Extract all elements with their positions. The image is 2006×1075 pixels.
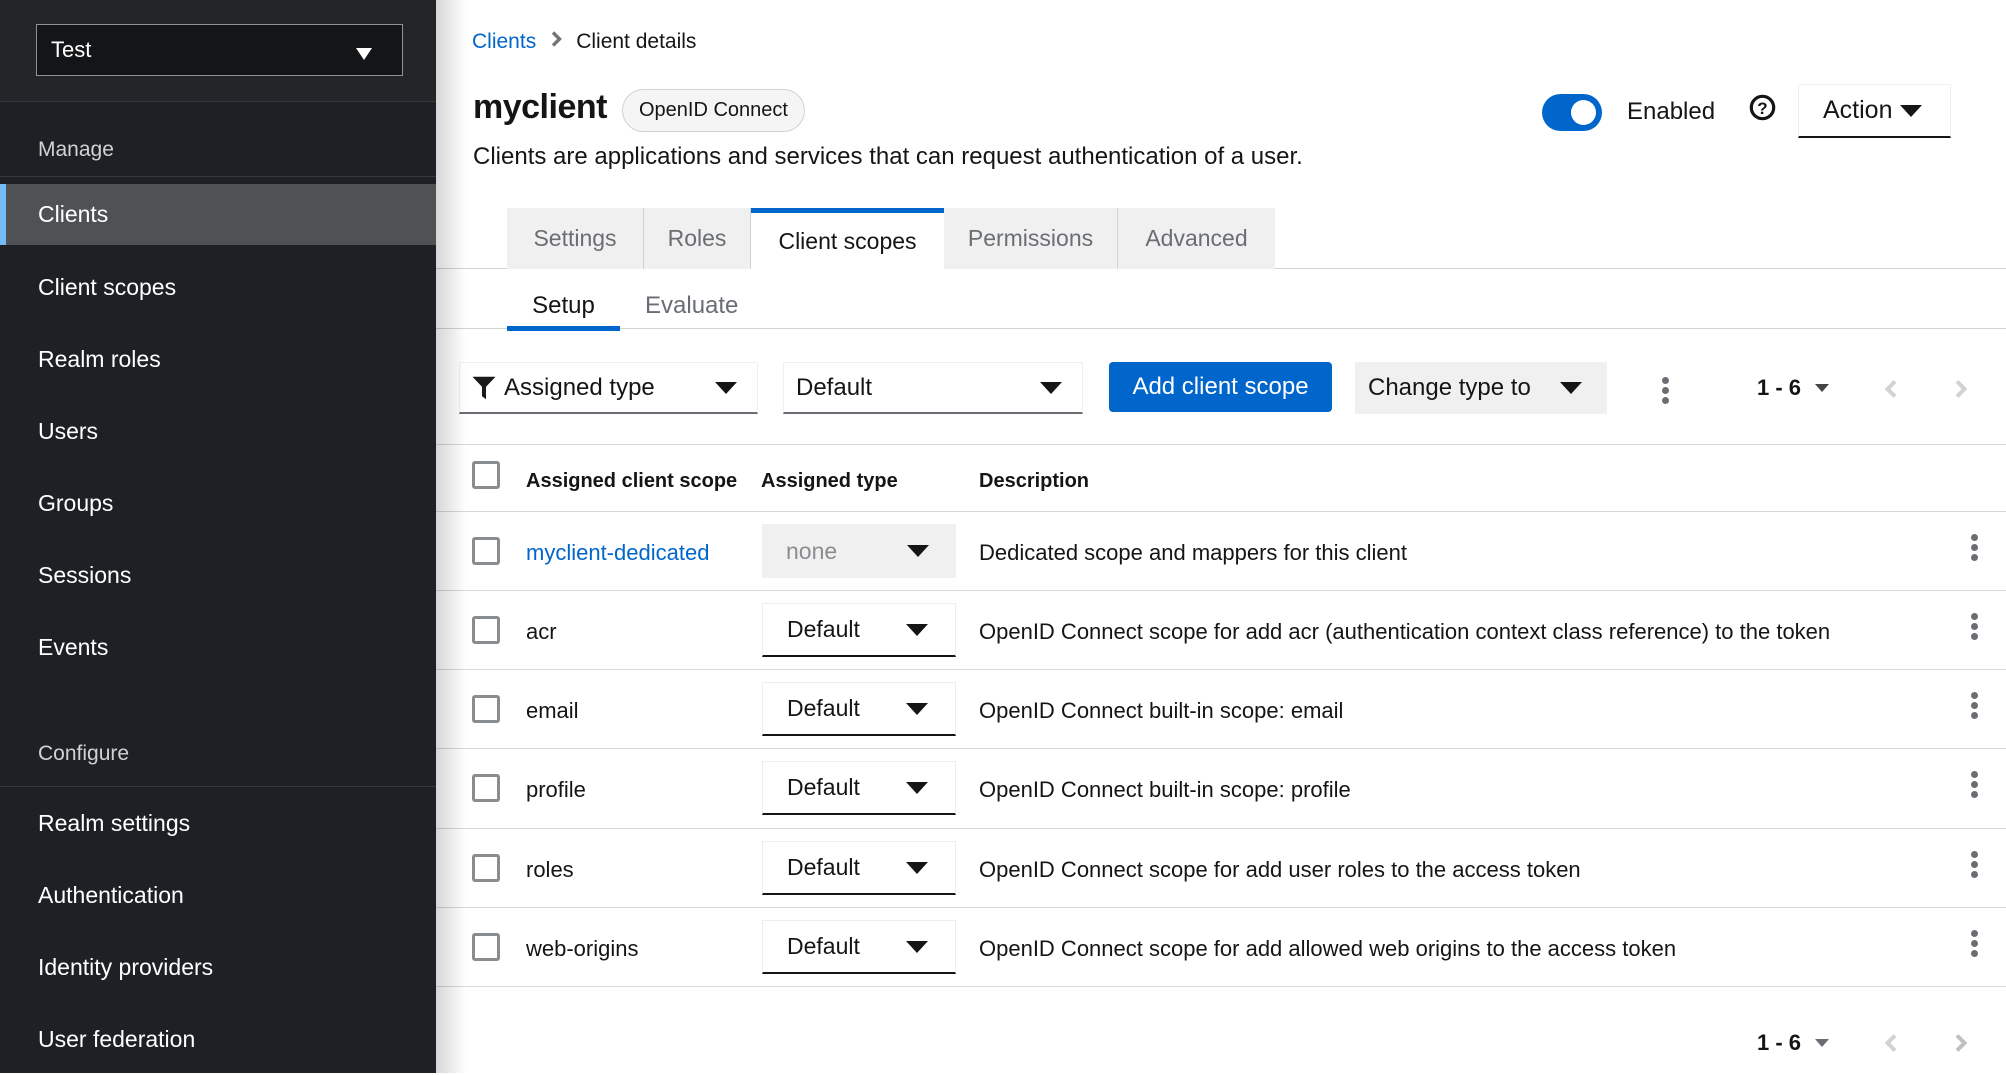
svg-text:?: ?	[1757, 99, 1767, 118]
